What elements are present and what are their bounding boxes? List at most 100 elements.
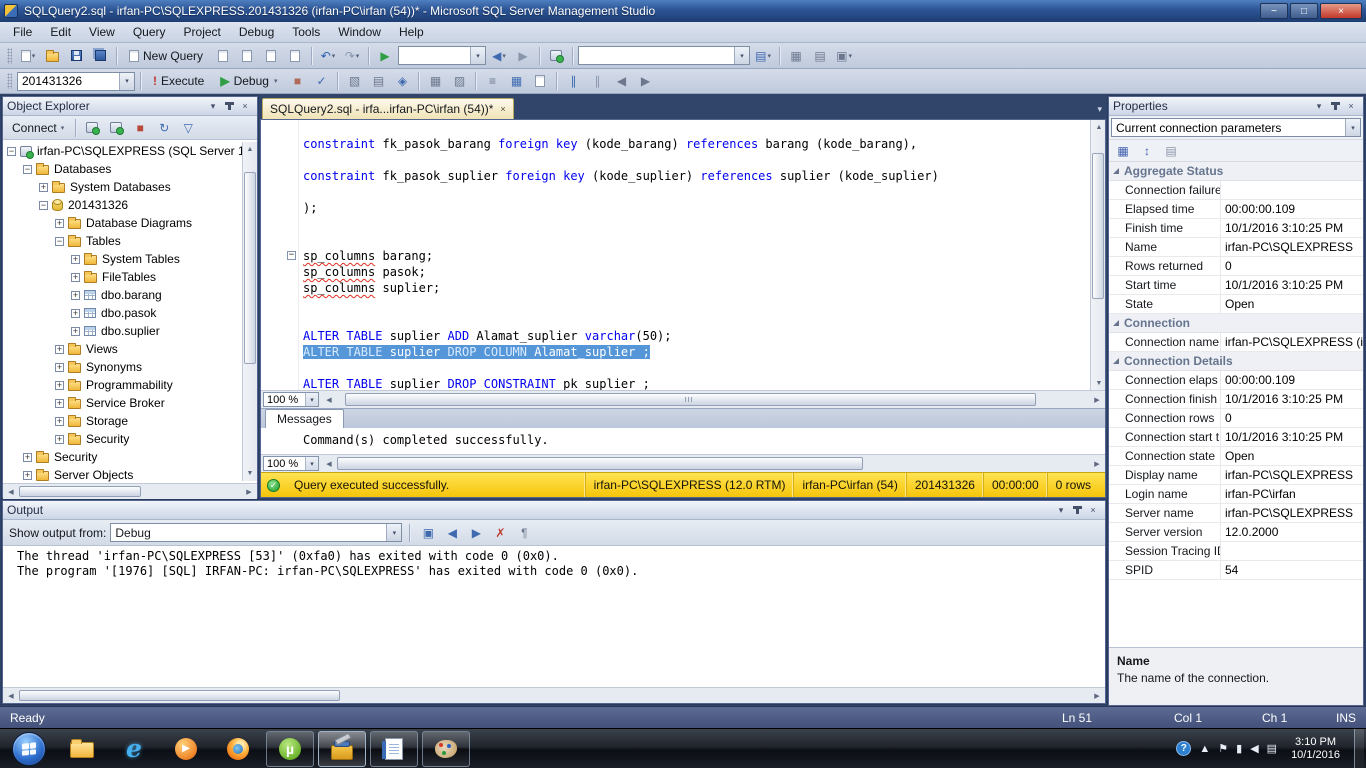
solution-explorer-icon[interactable]: ▦ [785, 46, 807, 66]
property-row[interactable]: Start time 10/1/2016 3:10:25 PM [1109, 276, 1363, 295]
taskbar-internet-explorer-button[interactable]: e [110, 731, 158, 767]
toggle-word-wrap-icon[interactable]: ¶ [513, 523, 535, 543]
results-to-file-icon[interactable] [529, 71, 551, 91]
analysis-services-dmx-query-icon[interactable] [260, 46, 282, 66]
tree-expand-plus-icon[interactable]: + [55, 362, 64, 372]
messages-zoom-combo[interactable]: 100 % ▾ [263, 456, 319, 471]
scroll-left-button[interactable]: ◀ [3, 484, 19, 499]
code-line[interactable]: sp_columns suplier; [261, 280, 1090, 296]
properties-titlebar[interactable]: Properties ▾ × [1109, 97, 1363, 116]
navigate-forward-icon[interactable]: ▶ [512, 46, 534, 66]
tree-expand-plus-icon[interactable]: + [55, 398, 64, 408]
pin-icon[interactable] [221, 99, 237, 113]
property-row[interactable]: Connection elaps 00:00:00.109 [1109, 371, 1363, 390]
taskbar-media-player-button[interactable]: ▶ [162, 731, 210, 767]
taskbar-clock[interactable]: 3:10 PM 10/1/2016 [1291, 736, 1340, 762]
stop-icon[interactable]: ■ [129, 118, 151, 138]
navigate-backward-dropdown-arrow[interactable]: ▾ [502, 52, 506, 60]
network-icon[interactable]: ▤ [1267, 742, 1277, 755]
tree-expand-plus-icon[interactable]: + [39, 182, 48, 192]
tree-expand-plus-icon[interactable]: + [71, 272, 80, 282]
tab-scroll-icon[interactable]: ▾ [1097, 104, 1102, 119]
tree-node-system-databases[interactable]: + System Databases [3, 178, 257, 196]
scroll-left-button[interactable]: ◀ [321, 391, 337, 408]
open-file-icon[interactable] [41, 46, 63, 66]
close-icon[interactable]: × [1343, 99, 1359, 113]
tree-expand-minus-icon[interactable]: − [23, 164, 32, 174]
scroll-down-button[interactable]: ▼ [243, 466, 257, 481]
code-line[interactable]: ALTER TABLE suplier ADD Alamat_suplier v… [261, 328, 1090, 344]
tree-expand-plus-icon[interactable]: + [71, 326, 80, 336]
property-row[interactable]: Connection finish 10/1/2016 3:10:25 PM [1109, 390, 1363, 409]
scroll-thumb[interactable] [1092, 153, 1104, 299]
tree-expand-plus-icon[interactable]: + [71, 290, 80, 300]
analysis-services-xmla-query-icon[interactable] [284, 46, 306, 66]
editor-horizontal-scrollbar[interactable] [337, 392, 1089, 407]
tb2-grip[interactable] [7, 73, 12, 89]
scroll-track[interactable] [243, 157, 257, 466]
disconnect-server-icon[interactable] [105, 118, 127, 138]
menu-window[interactable]: Window [329, 23, 390, 41]
filter-icon[interactable]: ▽ [177, 118, 199, 138]
object-explorer-details-icon[interactable]: ▣ ▾ [833, 46, 855, 66]
tab-messages[interactable]: Messages [265, 409, 344, 428]
property-row[interactable]: Elapsed time 00:00:00.109 [1109, 200, 1363, 219]
code-line[interactable]: ); [261, 200, 1090, 216]
taskbar-utorrent-button[interactable]: µ [266, 730, 314, 767]
properties-object-combo[interactable]: Current connection parameters ▾ [1111, 118, 1361, 137]
property-row[interactable]: Server name irfan-PC\SQLEXPRESS [1109, 504, 1363, 523]
maximize-button[interactable]: □ [1290, 3, 1318, 19]
scroll-thumb[interactable] [244, 172, 256, 365]
search-combo[interactable]: ▾ [578, 46, 751, 65]
tab-sqlquery2[interactable]: SQLQuery2.sql - irfa...irfan-PC\irfan (5… [262, 98, 514, 119]
outline-collapse-icon[interactable]: − [287, 251, 296, 260]
help-icon[interactable]: ? [1176, 741, 1192, 756]
new-file-icon[interactable]: ▾ [17, 46, 39, 66]
scroll-right-button[interactable]: ▶ [241, 484, 257, 499]
output-horizontal-scrollbar[interactable]: ◀ ▶ [3, 687, 1105, 703]
object-explorer-titlebar[interactable]: Object Explorer ▾ × [3, 97, 257, 116]
tree-node-filetables[interactable]: + FileTables [3, 268, 257, 286]
property-row[interactable]: Server version 12.0.2000 [1109, 523, 1363, 542]
scroll-track[interactable] [19, 689, 1089, 702]
undo-dropdown-arrow[interactable]: ▾ [332, 52, 336, 60]
tree-node-dbo-pasok[interactable]: + dbo.pasok [3, 304, 257, 322]
property-row[interactable]: Connection name irfan-PC\SQLEXPRESS (i [1109, 333, 1363, 352]
property-row[interactable]: Session Tracing ID [1109, 542, 1363, 561]
tree-node-security[interactable]: + Security [3, 430, 257, 448]
tree-expand-plus-icon[interactable]: + [71, 254, 80, 264]
pin-icon[interactable] [1069, 503, 1085, 517]
debug-dropdown-arrow[interactable]: ▾ [274, 77, 278, 85]
scroll-up-button[interactable]: ▲ [243, 142, 257, 157]
property-category[interactable]: Connection [1109, 314, 1363, 333]
scroll-thumb[interactable] [337, 457, 864, 470]
code-line[interactable] [261, 296, 1090, 312]
tab-close-icon[interactable]: × [500, 104, 505, 114]
scroll-thumb[interactable] [19, 486, 142, 497]
pin-icon[interactable] [1327, 99, 1343, 113]
code-line[interactable] [261, 232, 1090, 248]
output-text[interactable]: The thread 'irfan-PC\SQLEXPRESS [53]' (0… [3, 546, 1105, 687]
property-row[interactable]: State Open [1109, 295, 1363, 314]
property-row[interactable]: Login name irfan-PC\irfan [1109, 485, 1363, 504]
property-row[interactable]: Finish time 10/1/2016 3:10:25 PM [1109, 219, 1363, 238]
tree-node-security[interactable]: + Security [3, 448, 257, 466]
database-engine-query-icon[interactable] [212, 46, 234, 66]
undo-icon[interactable]: ↶ ▾ [317, 46, 339, 66]
menu-tools[interactable]: Tools [283, 23, 329, 41]
code-line[interactable] [261, 216, 1090, 232]
code-editor[interactable]: constraint fk_pasok_barang foreign key (… [261, 120, 1105, 390]
cancel-executing-query-icon[interactable]: ■ [286, 71, 308, 91]
code-line[interactable]: sp_columns pasok; [261, 264, 1090, 280]
close-icon[interactable]: × [237, 99, 253, 113]
editor-vertical-scrollbar[interactable]: ▲ ▼ [1090, 120, 1105, 390]
tree-expand-minus-icon[interactable]: − [39, 200, 48, 210]
scroll-right-button[interactable]: ▶ [1089, 391, 1105, 408]
tree-node-views[interactable]: + Views [3, 340, 257, 358]
property-row[interactable]: Rows returned 0 [1109, 257, 1363, 276]
code-line[interactable]: ALTER TABLE suplier DROP COLUMN Alamat_s… [261, 344, 1090, 360]
tree-node-server-objects[interactable]: + Server Objects [3, 466, 257, 483]
show-desktop-button[interactable] [1354, 728, 1364, 768]
tree-node-dbo-barang[interactable]: + dbo.barang [3, 286, 257, 304]
connect-server-icon[interactable] [81, 118, 103, 138]
